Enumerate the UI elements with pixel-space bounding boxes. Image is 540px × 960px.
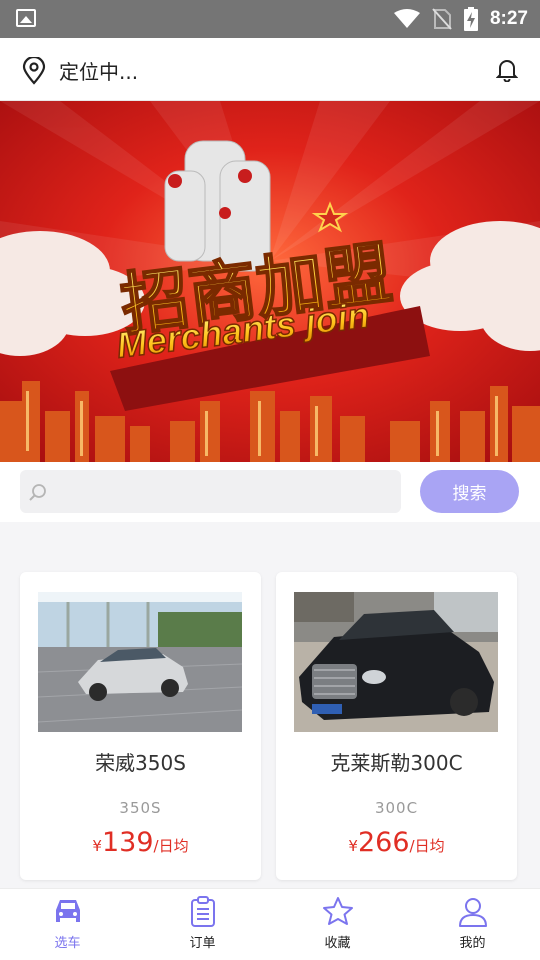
tab-mine[interactable]: 我的 xyxy=(405,889,540,960)
car-photo xyxy=(294,592,498,732)
car-name: 克莱斯勒300C xyxy=(330,751,463,775)
image-notification-icon xyxy=(16,9,36,27)
promo-banner[interactable]: 招商加盟 Merchants join xyxy=(0,101,540,462)
car-card[interactable]: 荣威350S 350S ¥139/日均 xyxy=(20,572,261,880)
car-price: ¥266/日均 xyxy=(276,827,517,858)
search-box[interactable] xyxy=(20,470,401,513)
currency-symbol: ¥ xyxy=(348,837,358,855)
search-button[interactable]: 搜索 xyxy=(420,470,519,513)
search-bar: 搜索 xyxy=(0,462,540,522)
car-list: 荣威350S 350S ¥139/日均 克莱斯勒300C 300C ¥266/日… xyxy=(0,572,540,888)
search-input[interactable] xyxy=(56,470,396,513)
car-model: 300C xyxy=(374,799,419,817)
car-name: 荣威350S xyxy=(95,751,186,775)
price-unit: /日均 xyxy=(409,837,445,855)
person-icon xyxy=(458,898,487,927)
bottom-tab-bar: 选车 订单 收藏 我的 xyxy=(0,888,540,960)
currency-symbol: ¥ xyxy=(92,837,102,855)
location-text[interactable]: 定位中... xyxy=(59,56,138,85)
top-bar: 定位中... xyxy=(0,38,540,101)
tab-label: 收藏 xyxy=(324,936,351,951)
no-sim-icon xyxy=(432,8,452,30)
clipboard-icon xyxy=(190,896,215,927)
location-pin-icon[interactable] xyxy=(22,57,46,85)
price-value: 139 xyxy=(101,827,154,858)
wifi-icon xyxy=(393,9,420,28)
price-unit: /日均 xyxy=(153,837,189,855)
clock: 8:27 xyxy=(489,8,528,29)
status-bar: 8:27 xyxy=(0,0,540,38)
bell-icon[interactable] xyxy=(496,58,518,82)
tab-label: 选车 xyxy=(54,936,81,951)
car-card[interactable]: 克莱斯勒300C 300C ¥266/日均 xyxy=(276,572,517,880)
battery-charging-icon xyxy=(463,7,478,31)
car-photo xyxy=(38,592,242,732)
search-icon xyxy=(29,484,46,501)
tab-label: 我的 xyxy=(459,936,486,951)
price-value: 266 xyxy=(357,827,410,858)
tab-orders[interactable]: 订单 xyxy=(135,889,270,960)
tab-favorites[interactable]: 收藏 xyxy=(270,889,405,960)
car-price: ¥139/日均 xyxy=(20,827,261,858)
car-model: 350S xyxy=(119,799,162,817)
tab-select-car[interactable]: 选车 xyxy=(0,889,135,960)
tab-label: 订单 xyxy=(189,936,216,951)
car-icon xyxy=(55,900,80,922)
star-icon xyxy=(322,897,353,925)
